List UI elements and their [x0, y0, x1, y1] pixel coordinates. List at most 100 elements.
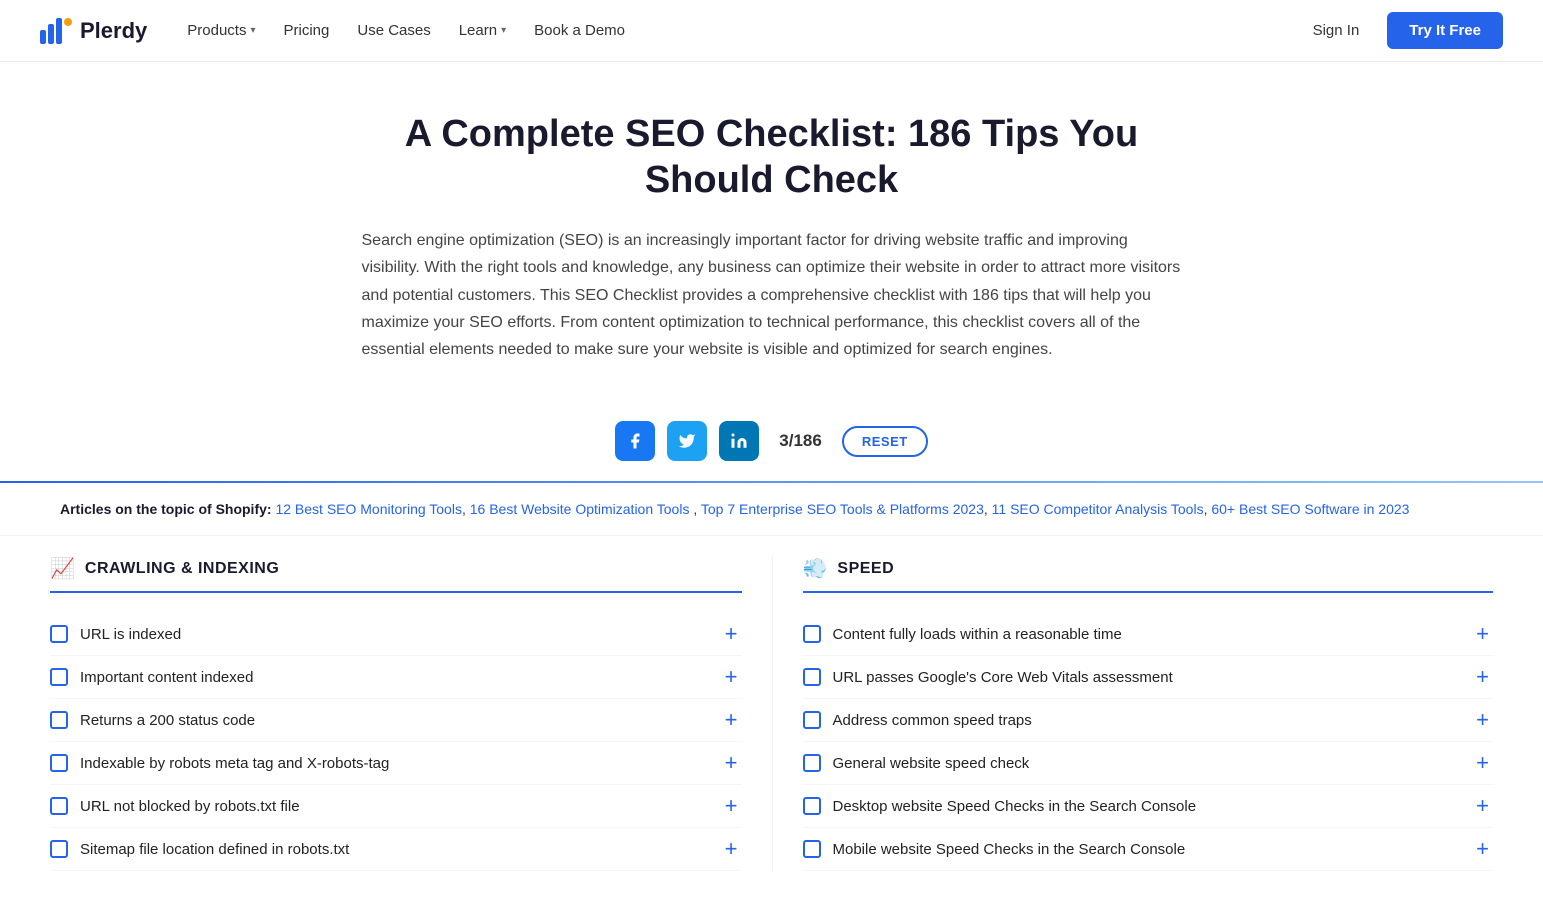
expand-button[interactable]: + [1472, 623, 1493, 645]
expand-button[interactable]: + [1472, 666, 1493, 688]
chevron-down-icon: ▾ [250, 25, 255, 36]
checkbox-200-status[interactable] [50, 711, 68, 729]
facebook-icon[interactable] [615, 421, 655, 461]
article-link-1[interactable]: 12 Best SEO Monitoring Tools [275, 501, 462, 517]
item-left: Desktop website Speed Checks in the Sear… [803, 797, 1473, 815]
item-left: General website speed check [803, 754, 1473, 772]
checkbox-important-content[interactable] [50, 668, 68, 686]
item-left: Returns a 200 status code [50, 711, 721, 729]
page-title: A Complete SEO Checklist: 186 Tips You S… [362, 112, 1182, 203]
checkbox-core-web-vitals[interactable] [803, 668, 821, 686]
checklist-counter: 3/186 [779, 431, 822, 451]
checkbox-content-loads[interactable] [803, 625, 821, 643]
item-left: URL passes Google's Core Web Vitals asse… [803, 668, 1473, 686]
checkbox-robots-meta[interactable] [50, 754, 68, 772]
navbar-left: Plerdy Products ▾ Pricing Use Cases Lear… [40, 18, 625, 44]
linkedin-icon[interactable] [719, 421, 759, 461]
item-left: Indexable by robots meta tag and X-robot… [50, 754, 721, 772]
checkbox-robots-txt[interactable] [50, 797, 68, 815]
checkbox-sitemap[interactable] [50, 840, 68, 858]
speed-column: 💨 SPEED Content fully loads within a rea… [772, 556, 1504, 871]
chevron-down-icon-learn: ▾ [501, 25, 506, 36]
item-label: Important content indexed [80, 669, 253, 686]
logo[interactable]: Plerdy [40, 18, 147, 44]
list-item: General website speed check + [803, 742, 1494, 785]
item-label: Desktop website Speed Checks in the Sear… [833, 798, 1197, 815]
article-link-4[interactable]: 11 SEO Competitor Analysis Tools [992, 501, 1204, 517]
checkbox-url-indexed[interactable] [50, 625, 68, 643]
list-item: Important content indexed + [50, 656, 742, 699]
sign-in-button[interactable]: Sign In [1301, 16, 1372, 45]
logo-text: Plerdy [80, 18, 147, 44]
item-label: Indexable by robots meta tag and X-robot… [80, 755, 389, 772]
item-left: Content fully loads within a reasonable … [803, 625, 1473, 643]
item-label: Sitemap file location defined in robots.… [80, 841, 349, 858]
article-link-5[interactable]: 60+ Best SEO Software in 2023 [1211, 501, 1409, 517]
expand-button[interactable]: + [721, 623, 742, 645]
checkbox-speed-traps[interactable] [803, 711, 821, 729]
list-item: Desktop website Speed Checks in the Sear… [803, 785, 1494, 828]
list-item: URL passes Google's Core Web Vitals asse… [803, 656, 1494, 699]
expand-button[interactable]: + [721, 795, 742, 817]
item-left: Important content indexed [50, 668, 721, 686]
item-left: Mobile website Speed Checks in the Searc… [803, 840, 1473, 858]
item-left: Address common speed traps [803, 711, 1473, 729]
reset-button[interactable]: RESET [842, 426, 928, 457]
expand-button[interactable]: + [721, 666, 742, 688]
logo-bar-2 [48, 24, 54, 44]
list-item: URL not blocked by robots.txt file + [50, 785, 742, 828]
item-label: Returns a 200 status code [80, 712, 255, 729]
list-item: Address common speed traps + [803, 699, 1494, 742]
checkbox-desktop-speed[interactable] [803, 797, 821, 815]
nav-links: Products ▾ Pricing Use Cases Learn ▾ Boo… [187, 22, 625, 39]
item-label: URL is indexed [80, 626, 181, 643]
nav-products[interactable]: Products ▾ [187, 22, 255, 39]
speed-icon: 💨 [803, 556, 828, 581]
expand-button[interactable]: + [721, 752, 742, 774]
item-label: URL passes Google's Core Web Vitals asse… [833, 669, 1173, 686]
speed-section-header: 💨 SPEED [803, 556, 1494, 593]
nav-learn[interactable]: Learn ▾ [459, 22, 506, 39]
articles-label: Articles on the topic of Shopify: [60, 501, 272, 517]
hero-section: A Complete SEO Checklist: 186 Tips You S… [342, 62, 1202, 393]
expand-button[interactable]: + [721, 838, 742, 860]
checkbox-general-speed[interactable] [803, 754, 821, 772]
twitter-icon[interactable] [667, 421, 707, 461]
item-label: URL not blocked by robots.txt file [80, 798, 300, 815]
speed-section-title: SPEED [837, 560, 894, 578]
expand-button[interactable]: + [721, 709, 742, 731]
navbar-right: Sign In Try It Free [1301, 12, 1503, 49]
item-left: Sitemap file location defined in robots.… [50, 840, 721, 858]
navbar: Plerdy Products ▾ Pricing Use Cases Lear… [0, 0, 1543, 62]
expand-button[interactable]: + [1472, 752, 1493, 774]
list-item: Mobile website Speed Checks in the Searc… [803, 828, 1494, 871]
expand-button[interactable]: + [1472, 709, 1493, 731]
item-left: URL not blocked by robots.txt file [50, 797, 721, 815]
list-item: Returns a 200 status code + [50, 699, 742, 742]
checkbox-mobile-speed[interactable] [803, 840, 821, 858]
expand-button[interactable]: + [1472, 795, 1493, 817]
item-label: Mobile website Speed Checks in the Searc… [833, 841, 1186, 858]
list-item: Content fully loads within a reasonable … [803, 613, 1494, 656]
nav-use-cases[interactable]: Use Cases [357, 22, 430, 39]
logo-bar-3 [56, 18, 62, 44]
nav-pricing[interactable]: Pricing [284, 22, 330, 39]
crawling-section-title: CRAWLING & INDEXING [85, 560, 279, 578]
article-link-3[interactable]: Top 7 Enterprise SEO Tools & Platforms 2… [701, 501, 984, 517]
item-label: Content fully loads within a reasonable … [833, 626, 1122, 643]
item-label: General website speed check [833, 755, 1030, 772]
crawling-section-header: 📈 CRAWLING & INDEXING [50, 556, 742, 593]
articles-strip: Articles on the topic of Shopify: 12 Bes… [0, 483, 1543, 536]
logo-icon [40, 18, 72, 44]
logo-dot [64, 18, 72, 26]
article-link-2[interactable]: 16 Best Website Optimization Tools [470, 501, 690, 517]
list-item: URL is indexed + [50, 613, 742, 656]
list-item: Sitemap file location defined in robots.… [50, 828, 742, 871]
hero-description: Search engine optimization (SEO) is an i… [362, 227, 1182, 363]
try-free-button[interactable]: Try It Free [1387, 12, 1503, 49]
crawling-indexing-column: 📈 CRAWLING & INDEXING URL is indexed + I… [40, 556, 772, 871]
item-left: URL is indexed [50, 625, 721, 643]
expand-button[interactable]: + [1472, 838, 1493, 860]
nav-book-demo[interactable]: Book a Demo [534, 22, 625, 39]
list-item: Indexable by robots meta tag and X-robot… [50, 742, 742, 785]
